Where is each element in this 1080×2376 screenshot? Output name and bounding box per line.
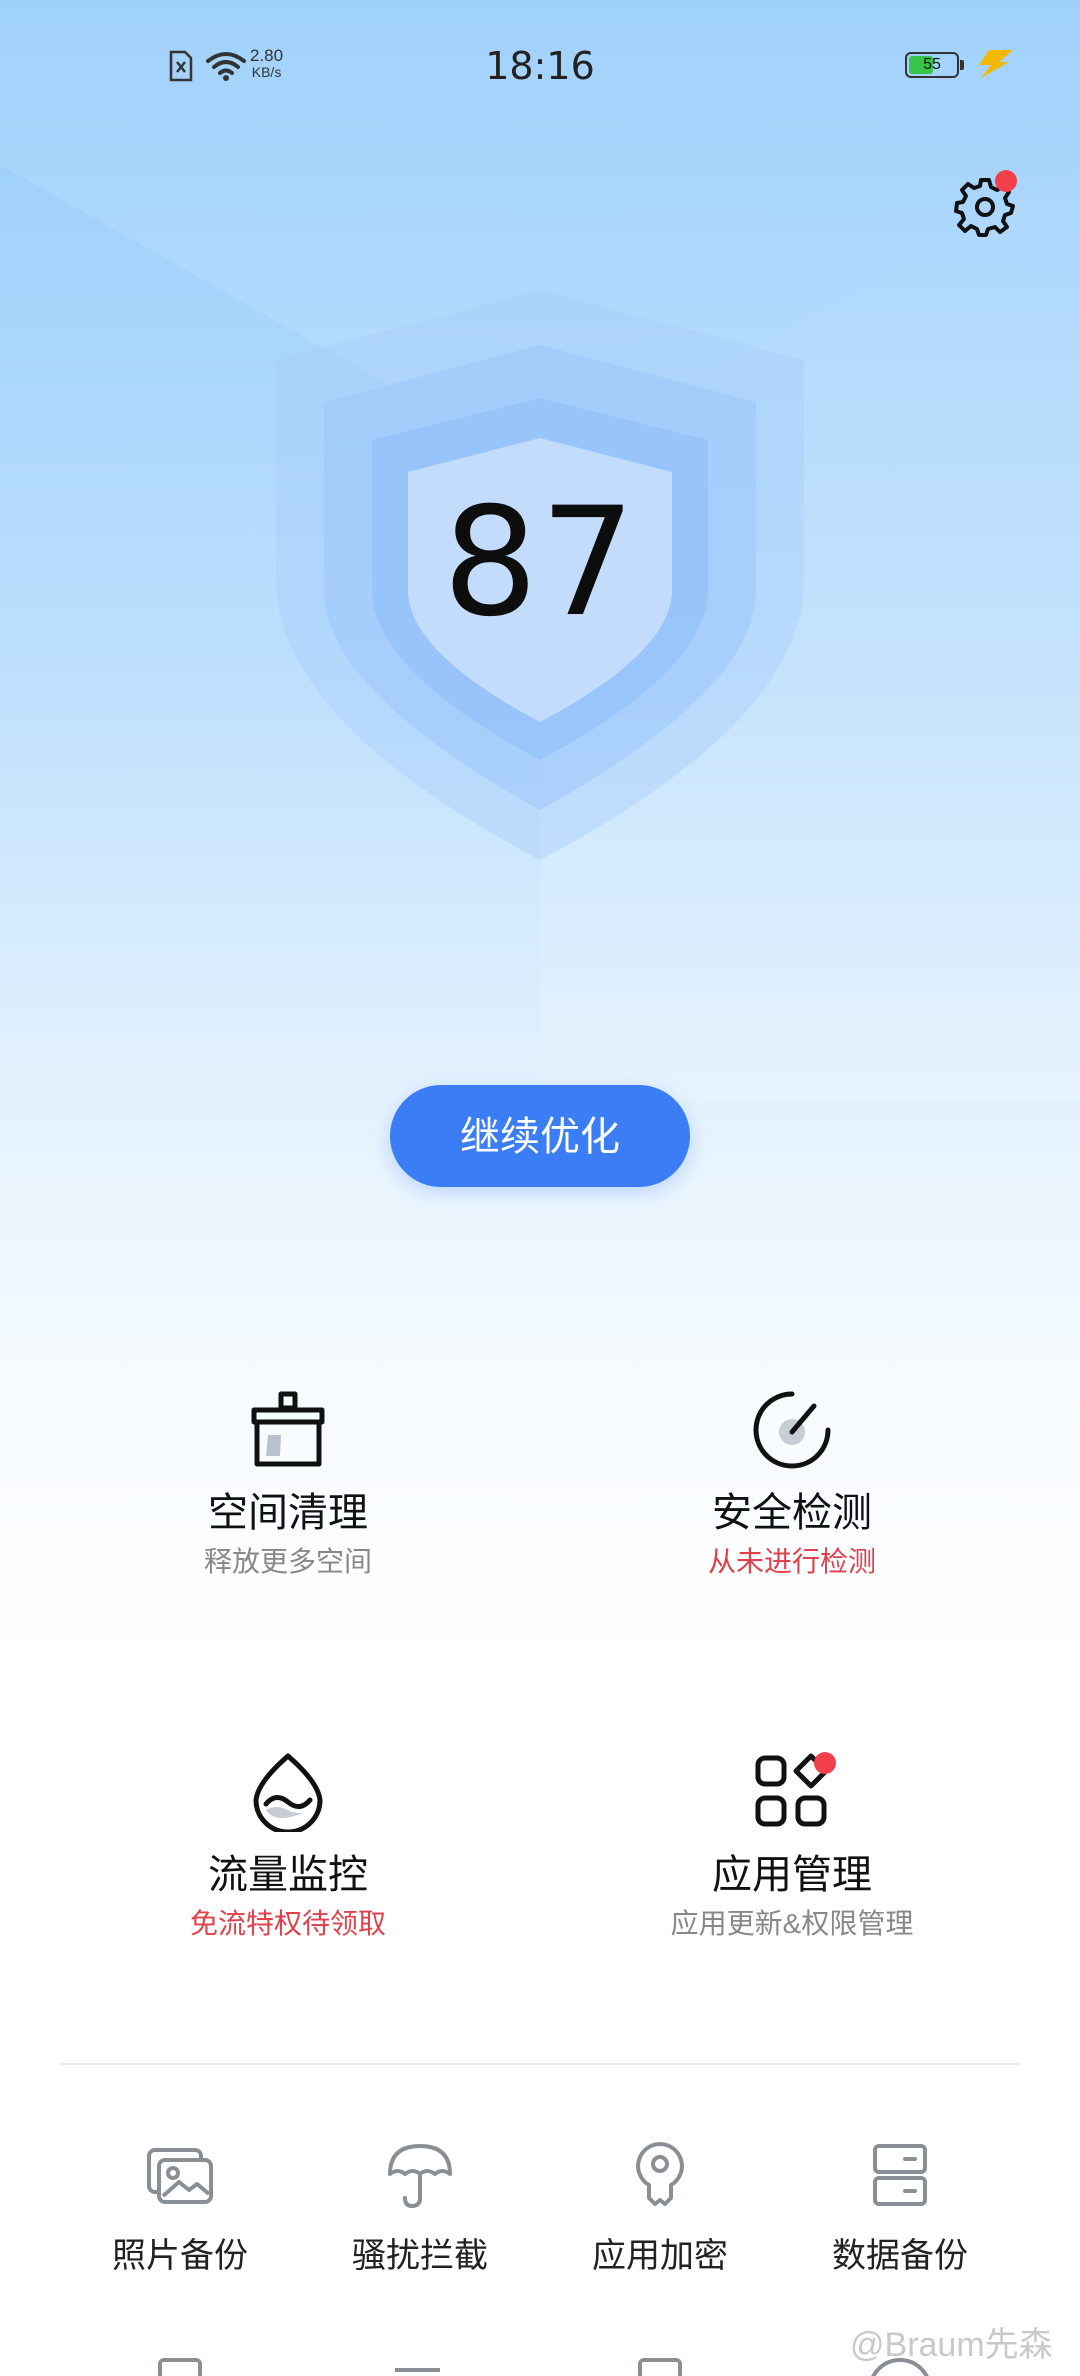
feature-title: 安全检测 [712, 1491, 872, 1535]
feature-subtitle: 释放更多空间 [203, 1546, 372, 1577]
storage-icon [873, 2144, 927, 2206]
feature-title: 应用管理 [712, 1853, 872, 1897]
tool-label: 应用加密 [592, 2237, 728, 2275]
status-bar: 2.80 KB/s 18:16 55 [0, 0, 1080, 130]
photos-icon [147, 2148, 213, 2204]
feature-security-check[interactable]: 安全检测 从未进行检测 [522, 1390, 1062, 1580]
feature-subtitle-alert: 免流特权待领取 [189, 1908, 386, 1939]
app-management-notification-dot [814, 1752, 836, 1774]
feature-title: 流量监控 [208, 1853, 368, 1897]
section-divider [60, 2063, 1020, 2065]
watermark: @Braum先森 [850, 2326, 1053, 2364]
broom-icon [251, 1391, 325, 1467]
battery-icon: 55 [905, 52, 959, 78]
tool-harassment-block[interactable]: 骚扰拦截 [300, 2140, 540, 2278]
battery-tip [960, 60, 964, 70]
feature-data-monitor[interactable]: 流量监控 免流特权待领取 [18, 1752, 558, 1942]
feature-app-management[interactable]: 应用管理 应用更新&权限管理 [522, 1752, 1062, 1942]
settings-notification-dot [995, 170, 1017, 192]
feature-subtitle: 应用更新&权限管理 [670, 1908, 914, 1939]
water-drop-icon [253, 1753, 323, 1832]
gauge-icon [753, 1391, 831, 1469]
continue-optimize-button[interactable]: 继续优化 [390, 1085, 690, 1187]
feature-subtitle-alert: 从未进行检测 [707, 1546, 876, 1577]
feature-space-clean[interactable]: 空间清理 释放更多空间 [18, 1390, 558, 1580]
tool-label: 照片备份 [112, 2237, 248, 2275]
tool-photo-backup[interactable]: 照片备份 [60, 2140, 300, 2278]
umbrella-icon [388, 2144, 452, 2209]
tool-data-backup[interactable]: 数据备份 [780, 2140, 1020, 2278]
charging-icon [979, 50, 1013, 78]
battery-level: 55 [923, 56, 941, 73]
feature-title: 空间清理 [208, 1491, 368, 1535]
tool-label: 骚扰拦截 [352, 2237, 488, 2275]
tool-app-lock[interactable]: 应用加密 [540, 2140, 780, 2278]
tool-label: 数据备份 [832, 2237, 968, 2275]
security-center-screen: { "status_bar": { "time": "18:16", "net_… [0, 0, 1080, 2376]
key-icon [636, 2142, 684, 2206]
security-score: 87 [442, 476, 638, 650]
